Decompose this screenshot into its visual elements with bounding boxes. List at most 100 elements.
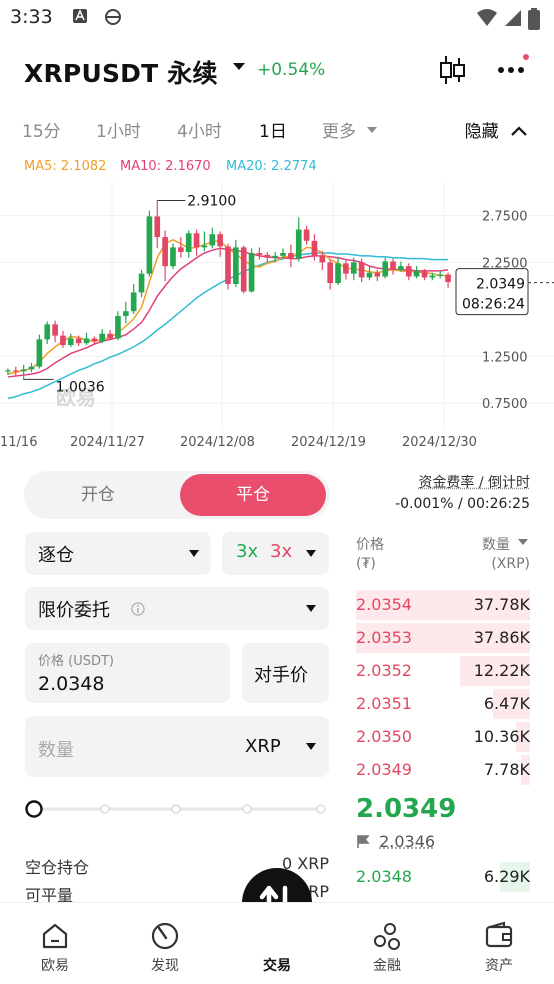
instrument-symbol[interactable]: XRPUSDT 永续 bbox=[24, 54, 218, 90]
price-field-label: 价格 (USDT) bbox=[38, 654, 114, 669]
candle-body bbox=[44, 324, 51, 340]
home-icon bbox=[42, 923, 68, 949]
candle-body bbox=[343, 263, 349, 274]
y-tick-label: 2.7500 bbox=[482, 209, 528, 224]
signal-icon bbox=[505, 10, 521, 26]
wifi-icon bbox=[477, 9, 497, 26]
candle-body bbox=[374, 272, 381, 277]
y-tick-label: 0.7500 bbox=[482, 397, 528, 412]
tab-1h[interactable]: 1小时 bbox=[96, 117, 141, 142]
ma-legend-label: MA10: 2.1670 bbox=[120, 159, 211, 174]
orderbook-ask-row[interactable]: 2.0353 37.86K bbox=[356, 623, 530, 653]
app-notification-icon bbox=[73, 9, 87, 23]
qty-unit-dropdown-icon[interactable] bbox=[518, 539, 528, 546]
orderbook-ask-row[interactable]: 2.0354 37.78K bbox=[356, 590, 530, 620]
quantity-unit[interactable]: XRP bbox=[245, 736, 281, 757]
high-price-label: 2.9100 bbox=[187, 193, 236, 209]
funding-rate-value: -0.001% / 00:26:25 bbox=[395, 496, 530, 512]
orderbook-ask-row[interactable]: 2.0351 6.47K bbox=[356, 689, 530, 719]
leverage-short: 3x bbox=[270, 541, 293, 562]
orderbook-qty-header[interactable]: 数量 bbox=[482, 534, 510, 554]
browser-notification-icon bbox=[105, 9, 121, 25]
candle-body bbox=[75, 338, 82, 344]
candle-body bbox=[225, 246, 231, 284]
info-icon[interactable] bbox=[131, 602, 145, 616]
ask-quantity: 10.36K bbox=[473, 727, 530, 746]
ma-legend-label: MA20: 2.2774 bbox=[226, 159, 317, 174]
candle-body bbox=[248, 253, 255, 292]
x-tick-label: 2024/12/19 bbox=[291, 435, 366, 450]
candle-body bbox=[445, 274, 451, 283]
candle-body bbox=[107, 333, 113, 339]
tab-1d[interactable]: 1日 bbox=[259, 117, 287, 142]
tab-open-position[interactable]: 开仓 bbox=[24, 471, 172, 519]
price-input[interactable]: 2.0348 bbox=[38, 673, 104, 695]
candle-body bbox=[437, 274, 444, 276]
tab-close-position[interactable]: 平仓 bbox=[180, 474, 326, 516]
order-type-select[interactable]: 限价委托 bbox=[25, 587, 329, 630]
hide-chart-button[interactable]: 隐藏 bbox=[465, 117, 528, 142]
ask-price: 2.0352 bbox=[356, 661, 412, 680]
wallet-icon bbox=[485, 921, 513, 948]
instrument-dropdown-icon[interactable] bbox=[232, 62, 246, 72]
candle-body bbox=[358, 262, 365, 278]
caret-down-icon bbox=[306, 605, 316, 612]
orderbook-ask-row[interactable]: 2.0352 12.22K bbox=[356, 656, 530, 686]
candlestick-chart[interactable]: 2.75002.25001.25000.7500欧易MA5: 2.1082 MA1… bbox=[0, 150, 554, 460]
candle-body bbox=[154, 216, 161, 238]
funding-rate[interactable]: 资金费率 / 倒计时 -0.001% / 00:26:25 bbox=[395, 472, 530, 512]
caret-down-icon bbox=[306, 550, 316, 557]
x-tick-label: 2024/12/30 bbox=[402, 435, 477, 450]
orderbook-bid-row[interactable]: 2.0348 6.29K bbox=[356, 862, 530, 892]
ask-price: 2.0349 bbox=[356, 760, 412, 779]
candle-body bbox=[327, 262, 334, 284]
orderbook-ask-row[interactable]: 2.0349 7.78K bbox=[356, 755, 530, 785]
y-tick-label: 1.2500 bbox=[482, 350, 528, 365]
candle-body bbox=[36, 339, 43, 367]
mark-price[interactable]: 2.0346 bbox=[356, 832, 435, 851]
short-position-label: 空仓持仓 bbox=[25, 858, 90, 877]
mark-price-value: 2.0346 bbox=[379, 832, 436, 851]
open-close-toggle: 开仓 平仓 bbox=[24, 471, 330, 519]
candle-body bbox=[280, 253, 286, 256]
orderbook-ask-row[interactable]: 2.0350 10.36K bbox=[356, 722, 530, 752]
leverage-select[interactable]: 3x 3x bbox=[222, 532, 329, 575]
ask-quantity: 37.78K bbox=[473, 595, 530, 614]
margin-mode-select[interactable]: 逐仓 bbox=[25, 532, 211, 575]
quantity-field[interactable]: 数量 XRP bbox=[25, 716, 329, 777]
candle-body bbox=[303, 229, 310, 241]
ask-price: 2.0354 bbox=[356, 595, 412, 614]
slider-handle bbox=[25, 800, 43, 818]
flag-icon bbox=[357, 835, 370, 848]
candle-body bbox=[405, 266, 412, 277]
counterparty-price-button[interactable]: 对手价 bbox=[242, 643, 329, 703]
more-menu-icon[interactable] bbox=[496, 52, 532, 82]
status-time: 3:33 bbox=[10, 6, 53, 28]
price-field[interactable]: 价格 (USDT) 2.0348 bbox=[25, 643, 230, 703]
candle-body bbox=[366, 272, 373, 278]
candle-body bbox=[193, 233, 200, 248]
quantity-slider[interactable] bbox=[25, 800, 329, 818]
candle-body bbox=[429, 275, 436, 278]
current-price-label: 2.0349 bbox=[476, 277, 525, 293]
ask-quantity: 12.22K bbox=[473, 661, 530, 680]
tab-15m[interactable]: 15分 bbox=[22, 117, 61, 142]
ask-quantity: 7.78K bbox=[483, 760, 530, 779]
candle-body bbox=[162, 237, 168, 267]
nav-label-trade: 交易 bbox=[263, 958, 291, 974]
candle-body bbox=[256, 253, 263, 255]
tab-4h[interactable]: 4小时 bbox=[177, 117, 222, 142]
candle-body bbox=[5, 370, 11, 372]
orderbook-price-unit: (₮) bbox=[356, 556, 376, 572]
interval-tabs: 15分 1小时 4小时 1日 更多 隐藏 bbox=[0, 112, 554, 146]
candle-body bbox=[170, 247, 176, 267]
price-chart[interactable]: 2.7500 2.2500 1.2500 0.7500 欧易 MA5: 2.1082 MA1… bbox=[0, 150, 554, 460]
quantity-input[interactable]: 数量 bbox=[38, 736, 74, 762]
candle-body bbox=[83, 338, 90, 344]
candle-body bbox=[350, 262, 357, 274]
candle-body bbox=[52, 324, 58, 336]
candle-body bbox=[233, 247, 239, 284]
tab-more[interactable]: 更多 bbox=[322, 117, 356, 142]
candlestick-chart-icon[interactable] bbox=[438, 54, 466, 86]
candle-body bbox=[421, 270, 428, 278]
